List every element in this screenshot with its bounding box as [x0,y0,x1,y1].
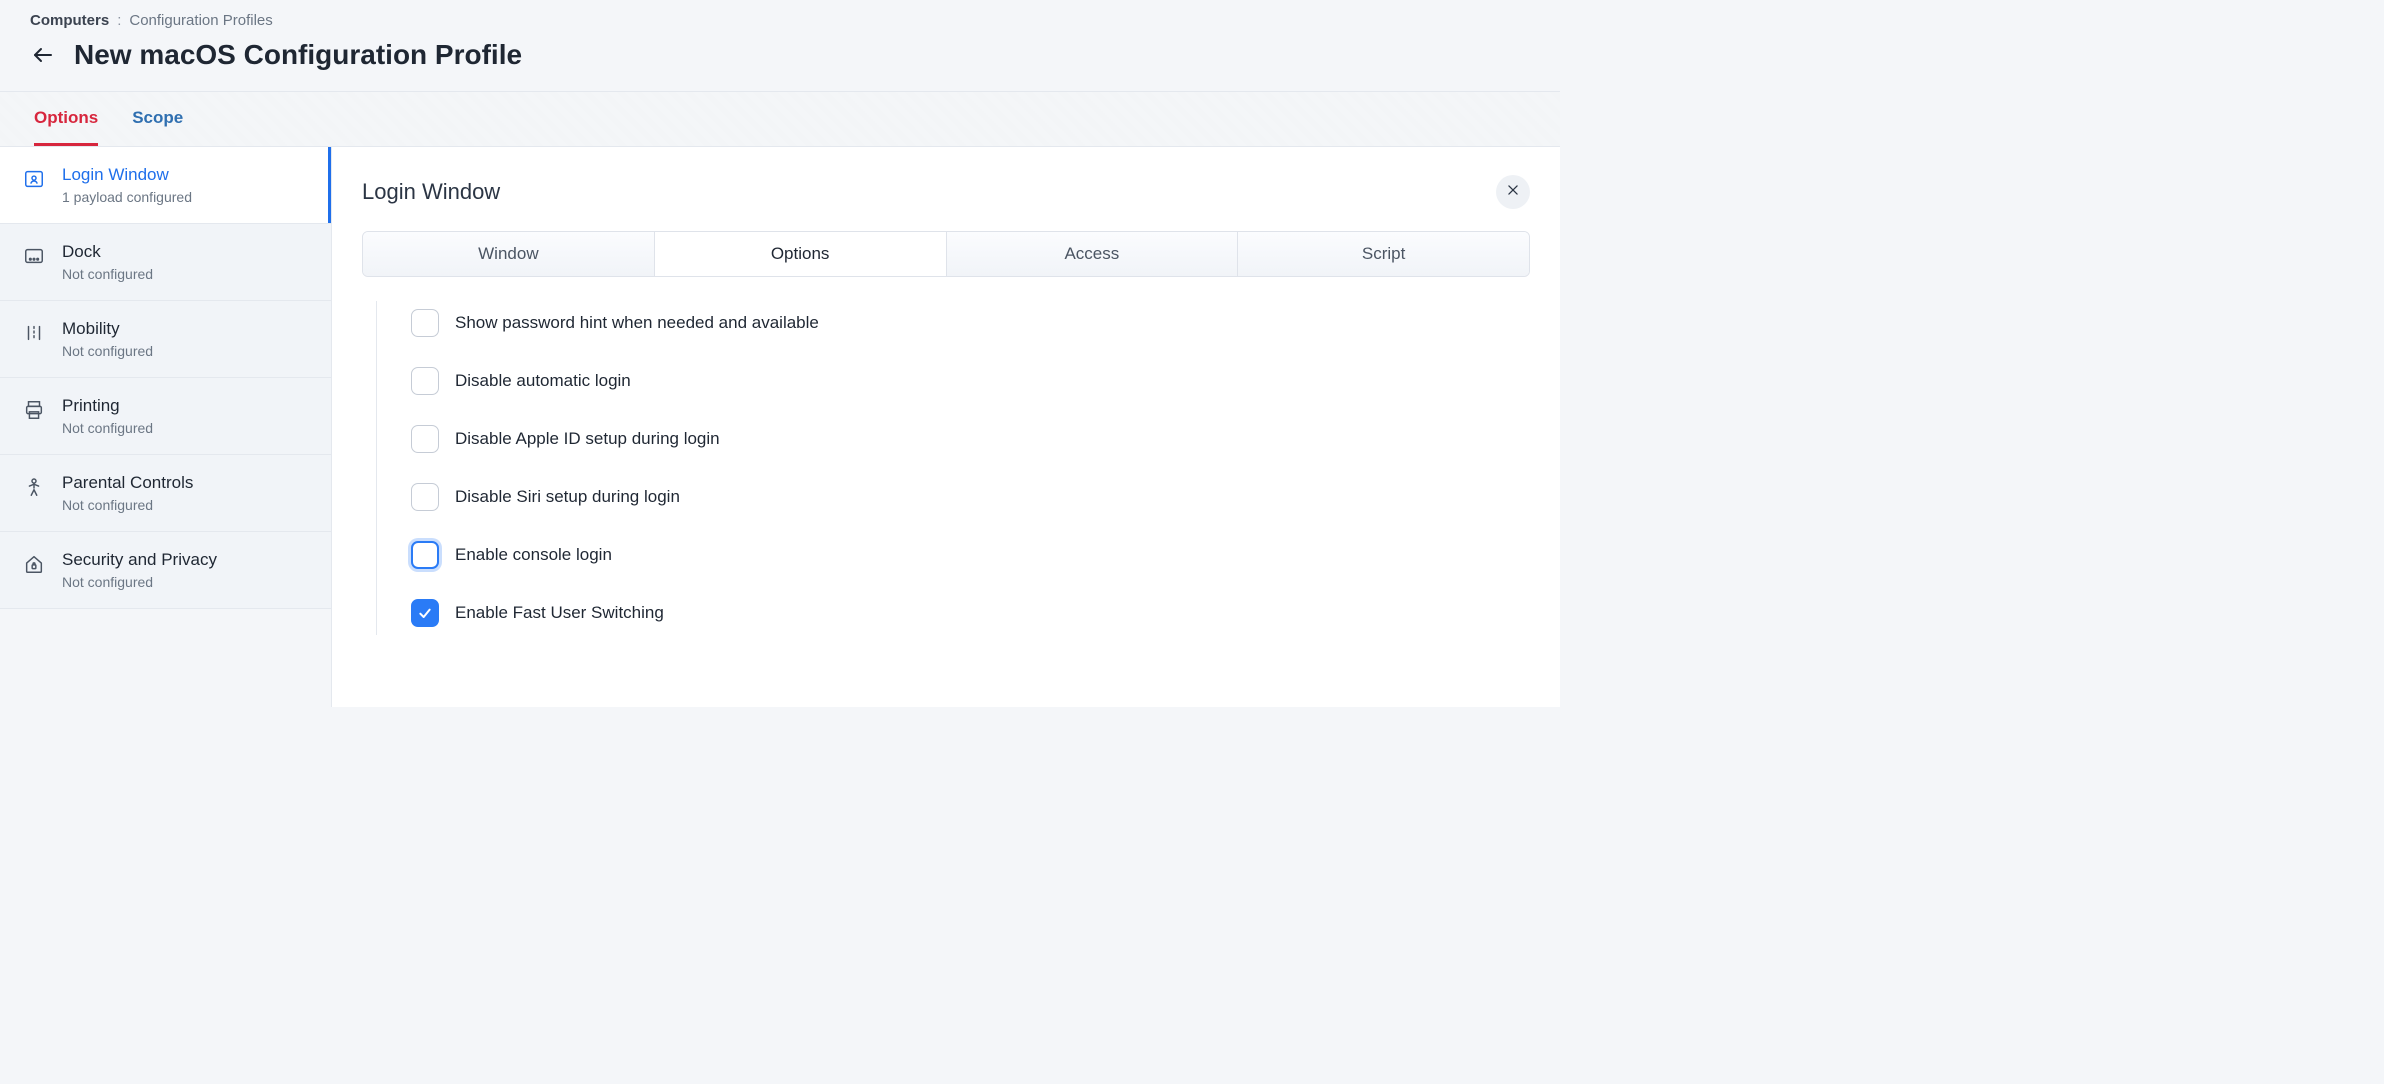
page-title: New macOS Configuration Profile [74,39,522,71]
close-icon [1506,183,1520,202]
main-panel: Login Window Window Options Access Scrip… [332,147,1560,707]
printer-icon [22,398,46,422]
login-window-icon [22,167,46,191]
checkbox-enable-console-login[interactable] [411,541,439,569]
option-enable-fast-user-switching: Enable Fast User Switching [411,599,1530,627]
option-label: Disable Apple ID setup during login [455,429,720,449]
house-lock-icon [22,552,46,576]
breadcrumb-separator: : [117,12,121,29]
payload-sidebar: Login Window 1 payload configured Dock N… [0,147,332,707]
sidebar-item-sub: Not configured [62,420,153,436]
mobility-icon [22,321,46,345]
option-label: Show password hint when needed and avail… [455,313,819,333]
option-label: Enable Fast User Switching [455,603,664,623]
checkbox-disable-automatic-login[interactable] [411,367,439,395]
option-label: Disable automatic login [455,371,631,391]
checkbox-show-password-hint[interactable] [411,309,439,337]
option-show-password-hint: Show password hint when needed and avail… [411,309,1530,337]
sidebar-item-sub: 1 payload configured [62,189,192,205]
sidebar-item-printing[interactable]: Printing Not configured [0,378,331,455]
sidebar-item-security-and-privacy[interactable]: Security and Privacy Not configured [0,532,331,609]
seg-tab-script[interactable]: Script [1238,232,1529,276]
sidebar-item-label: Dock [62,242,153,262]
checkbox-disable-appleid-setup[interactable] [411,425,439,453]
title-row: New macOS Configuration Profile [0,29,1560,91]
sidebar-item-label: Printing [62,396,153,416]
tab-scope[interactable]: Scope [132,92,183,146]
sidebar-item-label: Security and Privacy [62,550,217,570]
option-disable-appleid-setup: Disable Apple ID setup during login [411,425,1530,453]
breadcrumb: Computers : Configuration Profiles [30,12,1530,29]
panel-title: Login Window [362,179,500,205]
seg-tab-window[interactable]: Window [363,232,655,276]
sidebar-item-label: Mobility [62,319,153,339]
sidebar-item-sub: Not configured [62,574,217,590]
sidebar-item-dock[interactable]: Dock Not configured [0,224,331,301]
tab-options[interactable]: Options [34,92,98,146]
sidebar-item-label: Parental Controls [62,473,193,493]
sidebar-item-sub: Not configured [62,266,153,282]
option-label: Disable Siri setup during login [455,487,680,507]
checkbox-enable-fast-user-switching[interactable] [411,599,439,627]
sidebar-item-sub: Not configured [62,343,153,359]
option-disable-automatic-login: Disable automatic login [411,367,1530,395]
checkbox-disable-siri-setup[interactable] [411,483,439,511]
dock-icon [22,244,46,268]
option-label: Enable console login [455,545,612,565]
option-enable-console-login: Enable console login [411,541,1530,569]
breadcrumb-root[interactable]: Computers [30,12,109,29]
header: Computers : Configuration Profiles [0,0,1560,29]
seg-tab-access[interactable]: Access [947,232,1239,276]
sidebar-item-sub: Not configured [62,497,193,513]
sidebar-item-mobility[interactable]: Mobility Not configured [0,301,331,378]
close-button[interactable] [1496,175,1530,209]
sidebar-item-login-window[interactable]: Login Window 1 payload configured [0,147,331,224]
options-list: Show password hint when needed and avail… [376,301,1530,635]
top-tabs: Options Scope [0,91,1560,147]
sidebar-item-label: Login Window [62,165,192,185]
parental-controls-icon [22,475,46,499]
option-disable-siri-setup: Disable Siri setup during login [411,483,1530,511]
seg-tab-options[interactable]: Options [655,232,947,276]
segmented-tabs: Window Options Access Script [362,231,1530,277]
sidebar-item-parental-controls[interactable]: Parental Controls Not configured [0,455,331,532]
breadcrumb-leaf[interactable]: Configuration Profiles [129,12,272,29]
back-arrow-icon[interactable] [30,42,56,68]
